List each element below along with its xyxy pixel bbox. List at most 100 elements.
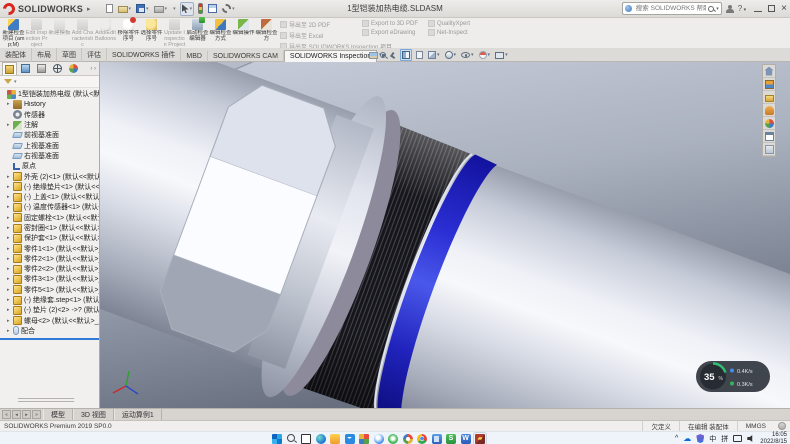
- feature-tree-item[interactable]: History: [0, 99, 99, 109]
- close-button[interactable]: ×: [781, 4, 787, 14]
- file-explorer-icon[interactable]: [330, 434, 340, 444]
- file-explorer-pane-icon[interactable]: [763, 91, 775, 104]
- feature-tree-item[interactable]: 螺母<2> (默认<<默认>_显示状态: [0, 316, 99, 326]
- view-tab[interactable]: 模型: [43, 409, 73, 420]
- displaymanager-tab-icon[interactable]: [66, 62, 81, 75]
- ribbon-tab[interactable]: MBD: [181, 51, 208, 62]
- status-field[interactable]: MMGS: [737, 421, 774, 431]
- tree-filter-row[interactable]: ▾: [0, 76, 99, 88]
- restore-button[interactable]: [768, 5, 775, 12]
- feature-tree-item[interactable]: (-) 温度传感器<1> (默认<<默认>_: [0, 202, 99, 212]
- dimxpertmanager-tab-icon[interactable]: [50, 62, 65, 75]
- feature-tree-item[interactable]: 零件5<1> (默认<<默认>_显示状态: [0, 285, 99, 295]
- tab-scroll-arrow-icon[interactable]: ◂: [12, 410, 21, 419]
- ribbon-tab[interactable]: 布局: [32, 48, 57, 62]
- volume-icon[interactable]: [747, 435, 755, 443]
- feature-tree-item[interactable]: (-) 绝缘套.step<1> (默认<<默认>: [0, 295, 99, 305]
- panel-resize-grip[interactable]: [18, 398, 74, 404]
- feature-tree-item[interactable]: 原点: [0, 161, 99, 171]
- display-style-icon[interactable]: [444, 49, 458, 61]
- start-button[interactable]: [272, 434, 282, 444]
- network-speed-badge[interactable]: 35 % 0.4K/s 0.3K/s: [696, 361, 770, 392]
- search-icon[interactable]: [708, 6, 714, 12]
- save-icon[interactable]: [135, 2, 150, 16]
- panel-split-bar[interactable]: [0, 338, 99, 340]
- cloud-app-icon[interactable]: [374, 434, 384, 444]
- ribbon-tab[interactable]: 装配体: [0, 48, 32, 62]
- menu-expand-arrow-icon[interactable]: ▸: [87, 5, 91, 13]
- cast-display-icon[interactable]: [733, 435, 742, 442]
- feature-tree-item[interactable]: 固定螺栓<1> (默认<<默认>_显示: [0, 213, 99, 223]
- green-app-icon[interactable]: [388, 434, 398, 444]
- ribbon-button[interactable]: 编辑操作: [232, 18, 255, 48]
- edit-appearance-icon[interactable]: [478, 49, 492, 61]
- ribbon-tab[interactable]: SOLIDWORKS CAM: [208, 51, 284, 62]
- device-app-icon[interactable]: [432, 434, 442, 444]
- feature-tree-item[interactable]: 前视基准面: [0, 130, 99, 140]
- ribbon-tab[interactable]: 草图: [57, 48, 82, 62]
- help-search-box[interactable]: ▾: [622, 2, 722, 15]
- ribbon-tab[interactable]: SOLIDWORKS 插件: [107, 48, 181, 62]
- search-input[interactable]: [634, 4, 708, 13]
- ribbon-tab[interactable]: 评估: [82, 48, 107, 62]
- dynamic-annotation-icon[interactable]: [415, 49, 424, 61]
- ribbon-button[interactable]: 启动检查编辑器: [186, 18, 209, 48]
- task-view-button[interactable]: [301, 434, 311, 444]
- ribbon-button[interactable]: Edit Inspection Project: [25, 18, 48, 48]
- ribbon-button[interactable]: 选择零件序号: [140, 18, 163, 48]
- ribbon-button[interactable]: 新建检查项目 (amp;M): [2, 18, 25, 48]
- ribbon-button[interactable]: 新建模板: [48, 18, 71, 48]
- feature-tree-item[interactable]: 传感器: [0, 110, 99, 120]
- options-gear-icon[interactable]: [221, 2, 236, 16]
- appearances-scenes-icon[interactable]: [763, 117, 775, 130]
- solidworks-resources-icon[interactable]: [763, 65, 775, 78]
- tab-scroll-arrow-icon[interactable]: «: [2, 410, 11, 419]
- ribbon-tab[interactable]: SOLIDWORKS Inspection: [284, 50, 377, 62]
- filter-dropdown-icon[interactable]: ▾: [14, 79, 17, 85]
- feature-tree-item[interactable]: (-) 绝缘垫片<1> (默认<<默认>_显: [0, 182, 99, 192]
- tab-scroll-arrow-icon[interactable]: »: [32, 410, 41, 419]
- ime-pinyin-indicator[interactable]: 拼: [721, 434, 728, 444]
- ribbon-button[interactable]: Update Inspection Project: [163, 18, 186, 48]
- solidworks-logo[interactable]: SOLIDWORKS ▸: [3, 3, 96, 15]
- feature-tree-item[interactable]: 配合: [0, 326, 99, 336]
- ime-chinese-indicator[interactable]: 中: [709, 434, 716, 444]
- undo-icon[interactable]: [171, 2, 177, 16]
- ribbon-button[interactable]: 移除零件序号: [117, 18, 140, 48]
- ribbon-menu-item[interactable]: Export eDrawing: [362, 29, 418, 36]
- status-field[interactable]: 在编辑 装配体: [679, 421, 737, 431]
- view-palette-icon[interactable]: [763, 104, 775, 117]
- file-properties-icon[interactable]: [207, 2, 218, 16]
- edge-browser-icon[interactable]: [316, 434, 326, 444]
- feature-tree-item[interactable]: 外壳 (2)<1> (默认<<默认>_显示状: [0, 171, 99, 181]
- mail-icon[interactable]: [345, 434, 355, 444]
- feature-tree-item[interactable]: (-) 上盖<1> (默认<<默认>_显示状: [0, 192, 99, 202]
- feature-tree-item[interactable]: 密封圈<1> (默认<<默认>_显示状: [0, 223, 99, 233]
- feature-tree-item[interactable]: 上视基准面: [0, 140, 99, 150]
- ribbon-menu-item[interactable]: Export to 3D PDF: [362, 20, 418, 27]
- view-orientation-icon[interactable]: [427, 49, 441, 61]
- view-tab[interactable]: 3D 视图: [73, 409, 114, 420]
- help-icon[interactable]: ?: [738, 4, 746, 13]
- graphics-viewport[interactable]: 35 % 0.4K/s 0.3K/s: [100, 62, 790, 408]
- spreadsheet-app-icon[interactable]: S: [446, 434, 456, 444]
- new-document-icon[interactable]: [105, 2, 114, 16]
- hide-show-items-icon[interactable]: [460, 49, 475, 61]
- section-view-icon[interactable]: [400, 49, 412, 61]
- feature-tree-item[interactable]: 零件2<1> (默认<<默认>_显示状态: [0, 254, 99, 264]
- select-cursor-icon[interactable]: [180, 2, 195, 16]
- ribbon-button[interactable]: 编辑检查方式: [209, 18, 232, 48]
- onedrive-icon[interactable]: ☁: [683, 434, 691, 443]
- solidworks-app-icon[interactable]: ▰: [475, 434, 485, 444]
- featuremanager-tab-icon[interactable]: [2, 62, 17, 75]
- home-icon[interactable]: [100, 2, 102, 16]
- tray-expand-icon[interactable]: ^: [675, 435, 678, 442]
- security-shield-icon[interactable]: [696, 434, 704, 443]
- ribbon-button[interactable]: 编辑检查方: [255, 18, 278, 48]
- chrome-icon[interactable]: [417, 434, 427, 444]
- search-dropdown-icon[interactable]: ▾: [716, 6, 719, 12]
- open-icon[interactable]: [117, 2, 133, 16]
- view-settings-icon[interactable]: [494, 49, 509, 61]
- tab-scroll-arrow-icon[interactable]: ▸: [22, 410, 31, 419]
- ribbon-button[interactable]: Add Characteristic: [71, 18, 94, 48]
